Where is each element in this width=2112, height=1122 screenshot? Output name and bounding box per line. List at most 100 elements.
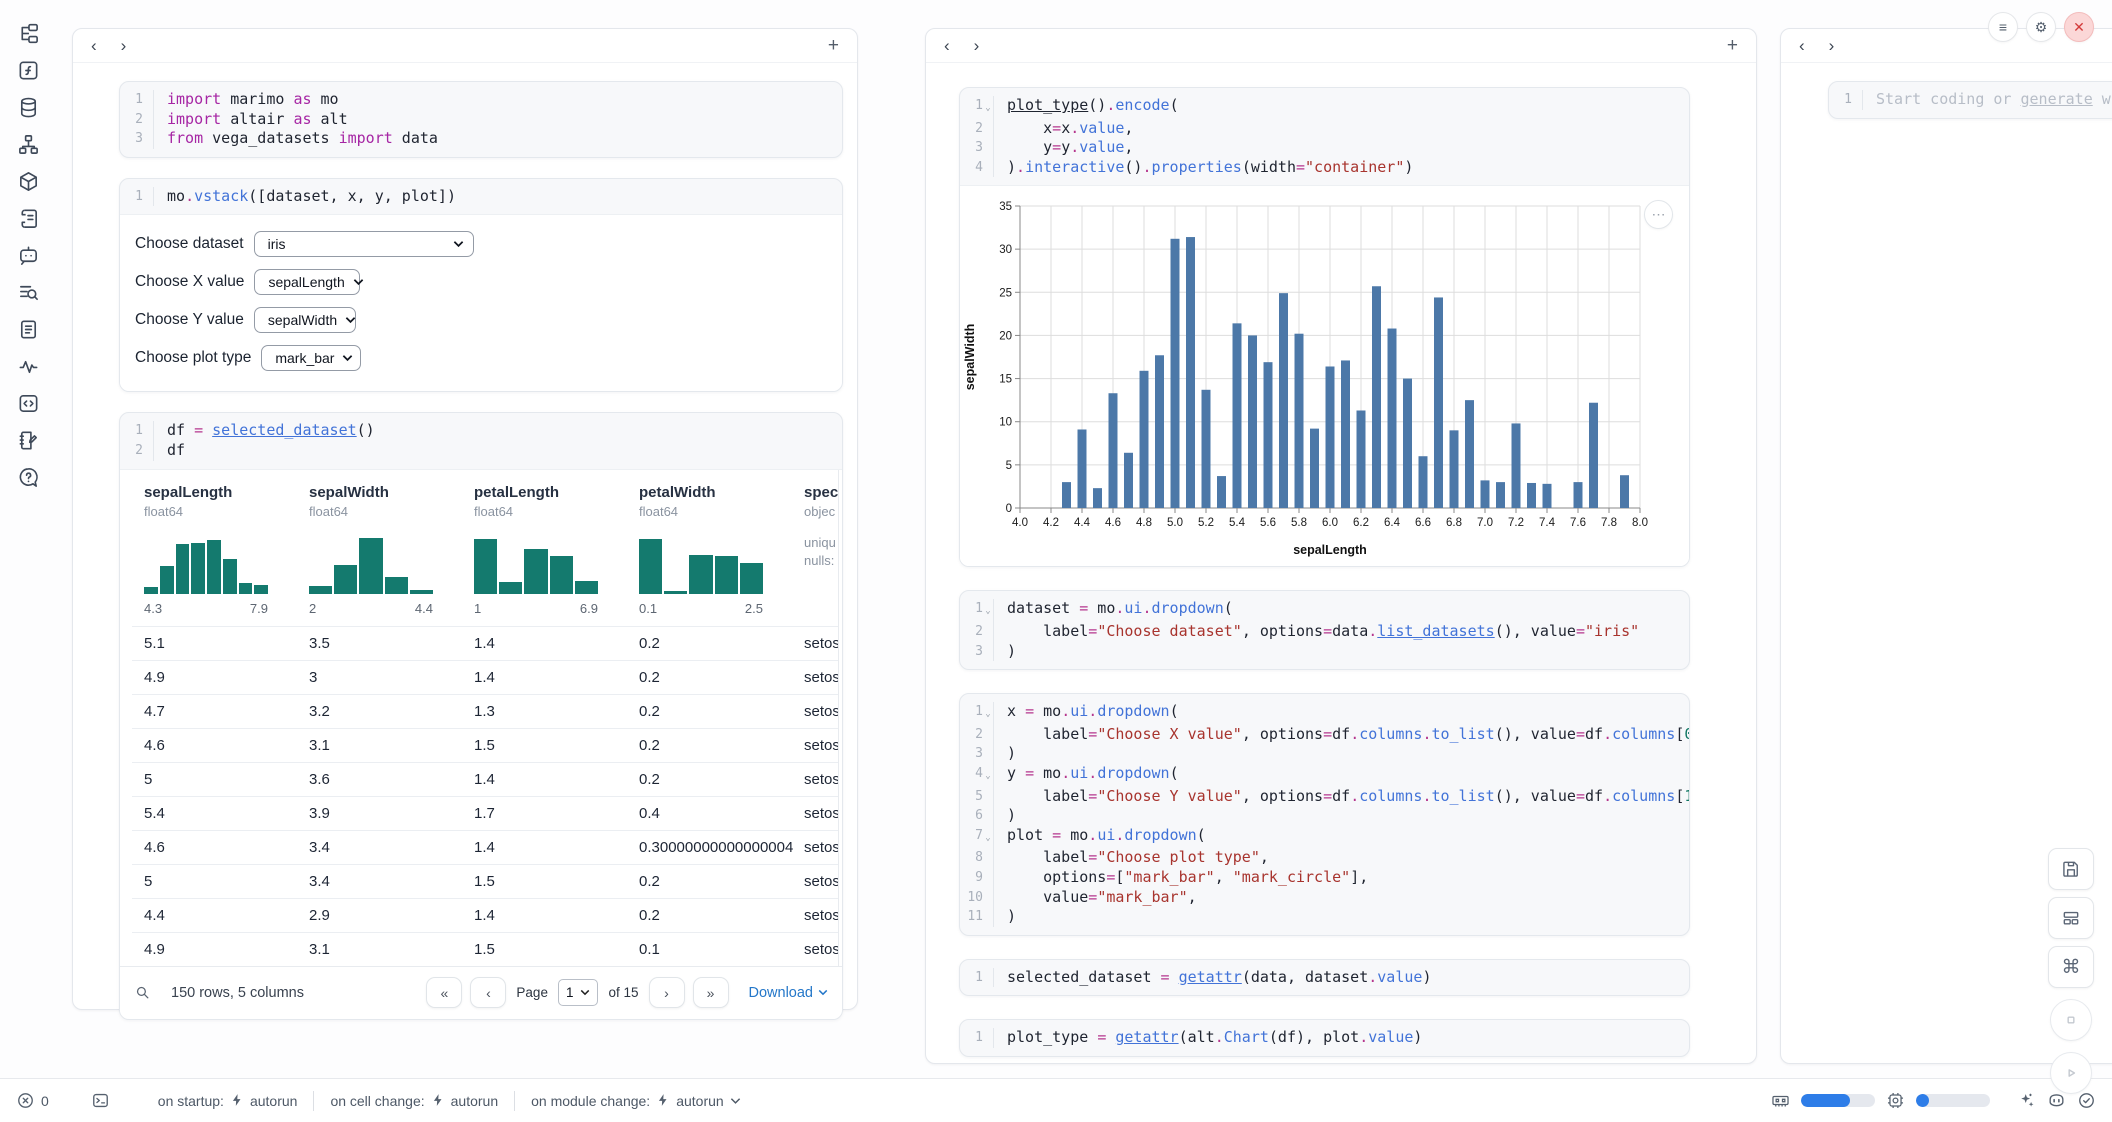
run-button[interactable] [2050,1052,2092,1094]
save-icon [2061,859,2081,879]
error-count-badge[interactable]: 0 [16,1091,49,1110]
table-cell: setos [792,873,839,890]
on-module-change-setting[interactable]: on module change: autorun [531,1093,741,1109]
search-list-icon[interactable] [17,281,40,304]
table-row[interactable]: 53.41.50.2setos [132,864,838,898]
chat-bot-icon[interactable] [17,244,40,267]
ai-assist-button[interactable] [2017,1091,2036,1110]
code-cell-dataset-dropdown[interactable]: 1⌄dataset = mo.ui.dropdown(2 label="Choo… [959,590,1690,670]
code-text: import marimo as mo [153,90,842,110]
next-page-button[interactable]: › [649,977,685,1008]
code-snippet-icon[interactable] [17,392,40,415]
close-panel-button[interactable]: ✕ [2064,12,2094,42]
add-cell-button[interactable]: + [1727,35,1738,57]
code-text: selected_dataset = getattr(data, dataset… [993,968,1689,988]
stop-button[interactable] [2050,999,2092,1041]
table-column-header[interactable]: petalLengthfloat6416.9 [462,484,627,616]
search-icon[interactable] [134,984,151,1001]
svg-text:6.8: 6.8 [1446,517,1462,529]
table-row[interactable]: 4.93.11.50.1setos [132,932,838,966]
fold-chevron-icon[interactable]: ⌄ [983,826,993,849]
menu-button[interactable]: ≡ [1988,12,2018,42]
fold-chevron-icon[interactable]: ⌄ [983,96,993,119]
table-row[interactable]: 4.63.11.50.2setos [132,728,838,762]
page-total-label: of 15 [608,985,638,1000]
download-button[interactable]: Download [749,985,829,1001]
code-cell-df[interactable]: 1df = selected_dataset()2df sepalLengthf… [119,412,843,1019]
code-editor[interactable]: 1selected_dataset = getattr(data, datase… [960,960,1689,996]
code-cell-vstack[interactable]: 1mo.vstack([dataset, x, y, plot]) Choose… [119,178,843,393]
document-icon[interactable] [17,318,40,341]
code-cell-imports[interactable]: 1import marimo as mo2import altair as al… [119,81,843,158]
panel-prev-button[interactable]: ‹ [944,37,950,54]
table-column-header[interactable]: petalWidthfloat640.12.5 [627,484,792,616]
panel-next-button[interactable]: › [974,37,980,54]
table-row[interactable]: 4.63.41.40.30000000000000004setos [132,830,838,864]
table-cell: setos [792,703,839,720]
table-row[interactable]: 4.931.40.2setos [132,660,838,694]
sitemap-icon[interactable] [17,133,40,156]
file-tree-icon[interactable] [17,22,40,45]
dropdown-select[interactable]: sepalLength [254,269,360,295]
panel-prev-button[interactable]: ‹ [1799,37,1805,54]
fold-chevron-icon[interactable]: ⌄ [983,764,993,787]
table-row[interactable]: 4.42.91.40.2setos [132,898,838,932]
code-cell-plot[interactable]: 1⌄plot_type().encode(2 x=x.value,3 y=y.v… [959,87,1690,567]
code-cell-xy-plot-dropdowns[interactable]: 1⌄x = mo.ui.dropdown(2 label="Choose X v… [959,693,1690,936]
panel-next-button[interactable]: › [1829,37,1835,54]
table-row[interactable]: 4.73.21.30.2setos [132,694,838,728]
table-cell: 0.2 [627,669,792,686]
table-row[interactable]: 5.43.91.70.4setos [132,796,838,830]
dropdown-select[interactable]: mark_bar [261,345,361,371]
code-editor[interactable]: 1plot_type = getattr(alt.Chart(df), plot… [960,1020,1689,1056]
dropdown-select[interactable]: sepalWidth [254,307,356,333]
table-cell: 5.4 [132,805,297,822]
keyboard-shortcuts-button[interactable]: ⌘ [2048,946,2094,988]
svg-text:5.2: 5.2 [1198,517,1214,529]
bar-chart[interactable]: 4.04.24.44.64.85.05.25.45.65.86.06.26.46… [960,186,1690,566]
code-editor[interactable]: 1⌄x = mo.ui.dropdown(2 label="Choose X v… [960,694,1689,935]
table-column-header[interactable]: speciobjecuniqunulls: [792,484,839,616]
add-cell-button[interactable]: + [828,35,839,57]
script-icon[interactable] [17,207,40,230]
panel-prev-button[interactable]: ‹ [91,37,97,54]
code-line: 1plot_type = getattr(alt.Chart(df), plot… [960,1028,1689,1048]
on-startup-setting[interactable]: on startup: autorun [158,1093,298,1109]
function-icon[interactable] [17,59,40,82]
settings-button[interactable]: ⚙ [2026,12,2056,42]
terminal-button[interactable] [91,1091,110,1110]
panel-next-button[interactable]: › [121,37,127,54]
code-cell-selected-dataset[interactable]: 1selected_dataset = getattr(data, datase… [959,959,1690,997]
code-editor[interactable]: 1df = selected_dataset()2df [120,413,842,468]
page-select[interactable]: 1 [558,979,599,1006]
dropdown-select[interactable]: iris [254,231,474,257]
last-page-button[interactable]: » [693,977,729,1008]
fold-chevron-icon[interactable]: ⌄ [983,599,993,622]
save-button[interactable] [2048,848,2094,890]
table-row[interactable]: 5.13.51.40.2setos [132,626,838,660]
code-editor[interactable]: 1mo.vstack([dataset, x, y, plot]) [120,179,842,215]
code-editor[interactable]: 1⌄plot_type().encode(2 x=x.value,3 y=y.v… [960,88,1689,185]
prev-page-button[interactable]: ‹ [470,977,506,1008]
fold-chevron-icon[interactable]: ⌄ [983,702,993,725]
code-editor[interactable]: 1import marimo as mo2import altair as al… [120,82,842,157]
table-row[interactable]: 53.61.40.2setos [132,762,838,796]
database-icon[interactable] [17,96,40,119]
code-text: label="Choose plot type", [993,848,1689,868]
histogram-bar [474,539,497,594]
layout-button[interactable] [2048,897,2094,939]
on-cell-change-setting[interactable]: on cell change: autorun [330,1093,498,1109]
help-icon[interactable] [17,466,40,489]
code-text: ) [993,806,1689,826]
code-editor[interactable]: 1⌄dataset = mo.ui.dropdown(2 label="Choo… [960,591,1689,669]
notebook-edit-icon[interactable] [17,429,40,452]
empty-scratch-cell[interactable]: 1Start coding or generate with [1828,81,2112,119]
package-icon[interactable] [17,170,40,193]
table-column-header[interactable]: sepalWidthfloat6424.4 [297,484,462,616]
panel-column-2: ‹ › + 1⌄plot_type().encode(2 x=x.value,3… [925,28,1757,1064]
first-page-button[interactable]: « [426,977,462,1008]
code-cell-plot-type[interactable]: 1plot_type = getattr(alt.Chart(df), plot… [959,1019,1690,1057]
activity-icon[interactable] [17,355,40,378]
table-column-header[interactable]: sepalLengthfloat644.37.9 [132,484,297,616]
code-editor[interactable]: 1Start coding or generate with [1829,82,2112,118]
